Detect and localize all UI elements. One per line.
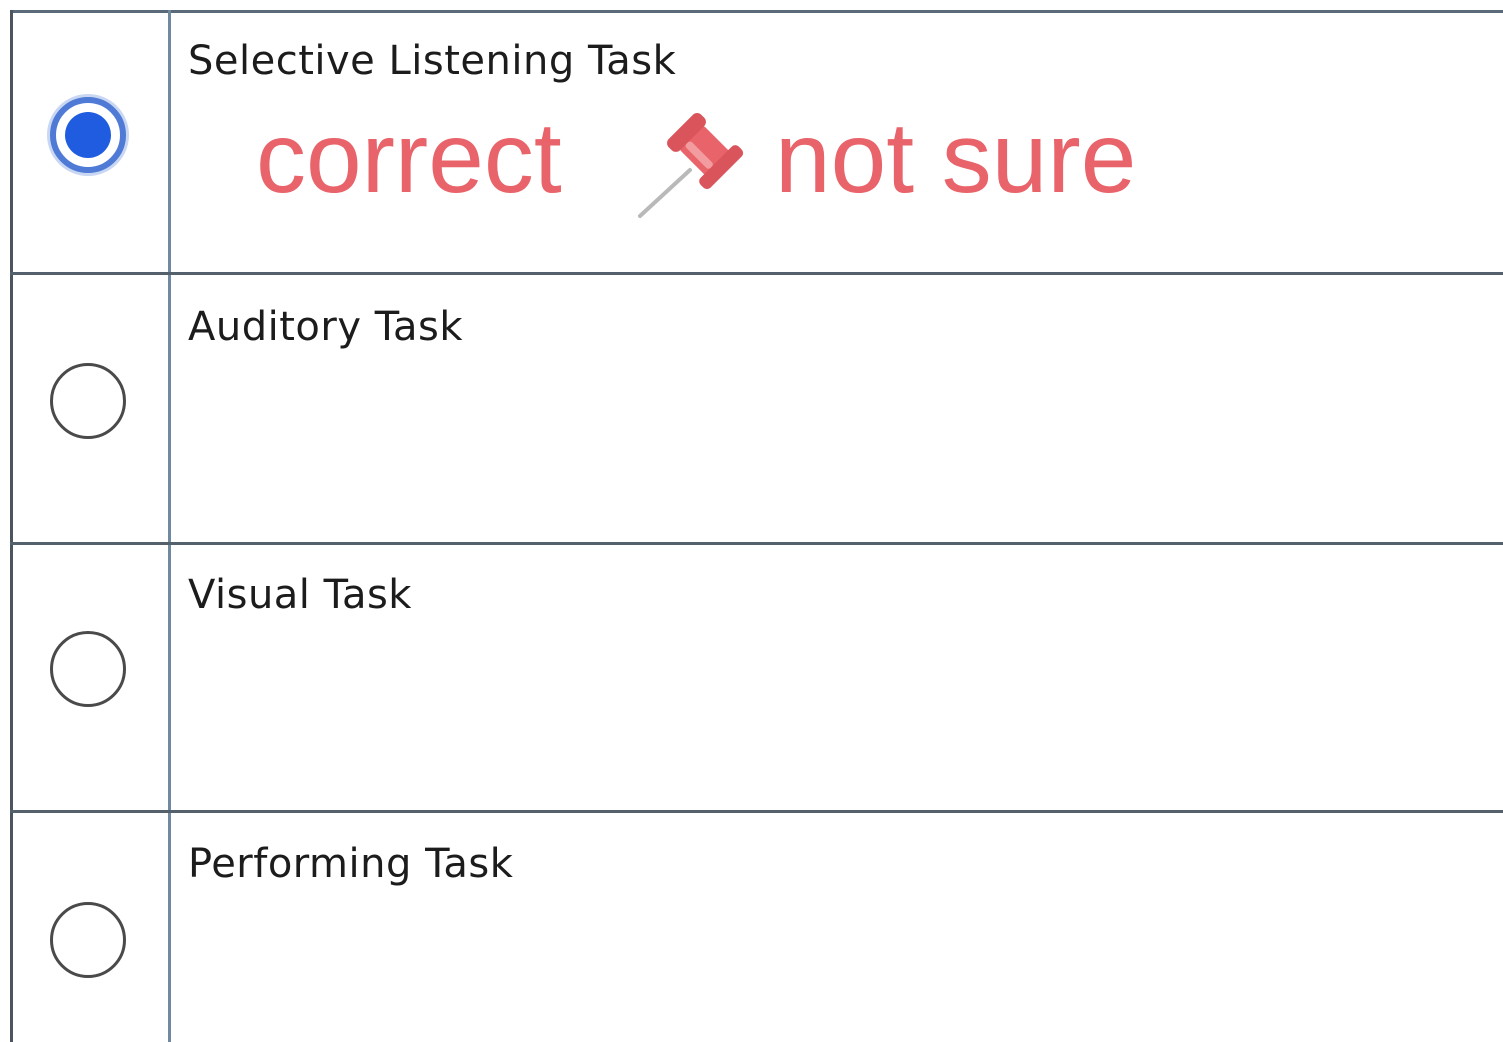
option-radio-auditory[interactable] xyxy=(50,363,126,439)
top-border xyxy=(10,10,1503,13)
option-label-auditory: Auditory Task xyxy=(188,304,464,350)
option-radio-selective-listening[interactable] xyxy=(50,97,126,173)
row-divider xyxy=(10,542,1503,545)
option-label-visual: Visual Task xyxy=(188,572,412,618)
row-divider xyxy=(10,810,1503,813)
option-radio-visual[interactable] xyxy=(50,631,126,707)
option-label-performing: Performing Task xyxy=(188,841,514,887)
left-border xyxy=(10,10,13,1042)
pushpin-icon xyxy=(638,113,744,218)
option-radio-performing[interactable] xyxy=(50,902,126,978)
row-divider xyxy=(10,272,1503,275)
column-divider xyxy=(168,10,171,1042)
radio-selected-dot xyxy=(65,112,111,158)
answer-options-panel: Selective Listening Task correct not sur… xyxy=(0,0,1503,1042)
annotation-correct: correct xyxy=(256,102,562,214)
option-label-selective-listening: Selective Listening Task xyxy=(188,38,677,84)
annotation-not-sure: not sure xyxy=(775,102,1137,214)
